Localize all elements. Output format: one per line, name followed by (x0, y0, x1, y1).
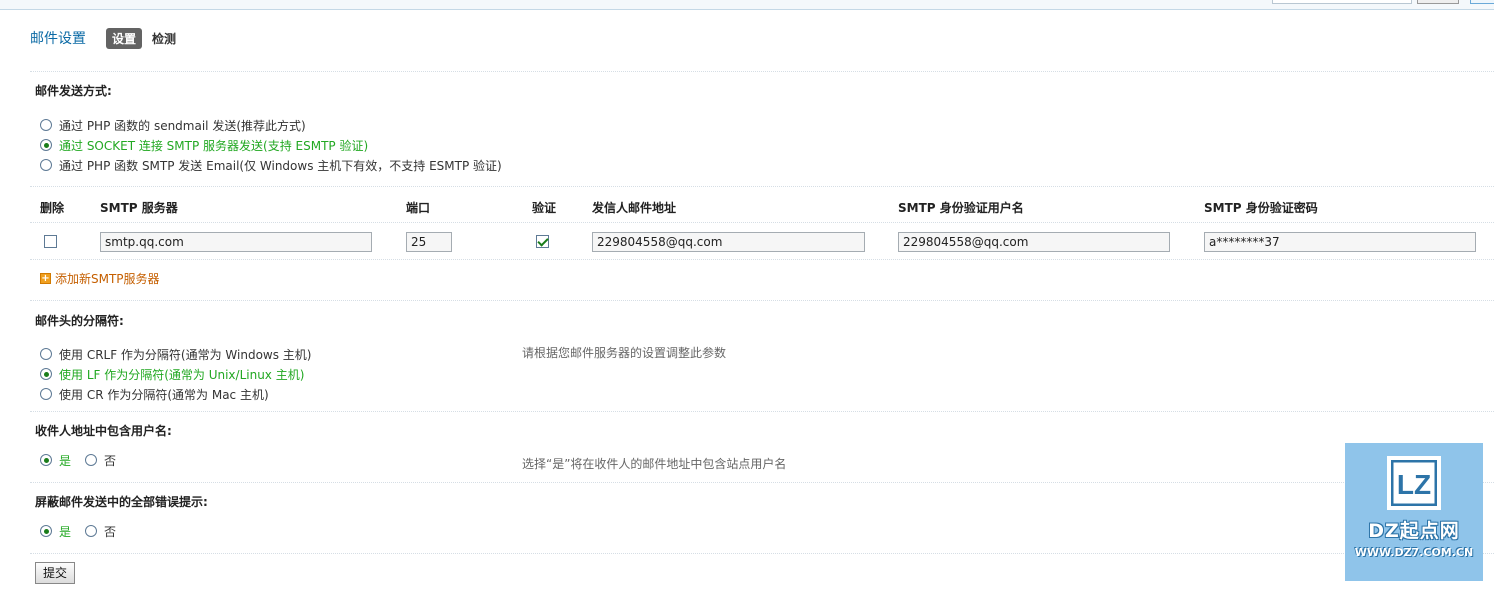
top-toolbar (0, 0, 1494, 10)
column-header-delete: 删除 (40, 201, 65, 215)
divider (30, 300, 1494, 301)
divider (30, 186, 1494, 187)
column-header-auth: 验证 (532, 201, 557, 215)
send-method-option-php-smtp[interactable]: 通过 PHP 函数 SMTP 发送 Email(仅 Windows 主机下有效，… (40, 157, 502, 173)
tab-check[interactable]: 检测 (146, 28, 182, 49)
plus-icon: + (40, 273, 51, 284)
send-method-option-socket[interactable]: 通过 SOCKET 连接 SMTP 服务器发送(支持 ESMTP 验证) (40, 137, 368, 153)
send-method-option-sendmail[interactable]: 通过 PHP 函数的 sendmail 发送(推荐此方式) (40, 117, 306, 133)
smtp-port-input[interactable] (406, 232, 452, 252)
radio-button[interactable] (85, 525, 98, 537)
column-header-server: SMTP 服务器 (100, 201, 178, 215)
include-username-options: 是 否 (40, 452, 130, 468)
option-label: 通过 SOCKET 连接 SMTP 服务器发送(支持 ESMTP 验证) (59, 138, 369, 153)
silent-errors-yes[interactable]: 是 (40, 523, 71, 540)
include-username-yes[interactable]: 是 (40, 452, 71, 469)
radio-button[interactable] (85, 454, 98, 466)
separator-option-lf[interactable]: 使用 LF 作为分隔符(通常为 Unix/Linux 主机) (40, 366, 304, 382)
option-label: 使用 CR 作为分隔符(通常为 Mac 主机) (59, 387, 269, 402)
page-title: 邮件设置 (30, 31, 86, 47)
separator-label: 邮件头的分隔符: (35, 314, 124, 328)
radio-button[interactable] (40, 368, 52, 380)
radio-button[interactable] (40, 159, 52, 171)
toolbar-corner-button[interactable] (1470, 0, 1494, 4)
add-smtp-server-link[interactable]: + 添加新SMTP服务器 (40, 270, 160, 287)
radio-button[interactable] (40, 454, 52, 466)
from-address-input[interactable] (592, 232, 865, 252)
divider (30, 259, 1494, 260)
radio-button[interactable] (40, 348, 52, 360)
column-header-username: SMTP 身份验证用户名 (898, 201, 1024, 215)
search-input[interactable] (1272, 0, 1412, 4)
send-method-label: 邮件发送方式: (35, 84, 112, 98)
include-username-no[interactable]: 否 (85, 452, 116, 469)
divider (30, 553, 1494, 554)
search-button[interactable] (1417, 0, 1459, 4)
watermark-logo-icon: LZ (1387, 456, 1441, 510)
separator-option-cr[interactable]: 使用 CR 作为分隔符(通常为 Mac 主机) (40, 386, 269, 402)
option-label: 是 (59, 453, 72, 468)
divider (30, 482, 1494, 483)
include-username-label: 收件人地址中包含用户名: (35, 424, 172, 438)
divider (30, 222, 1494, 223)
auth-checkbox[interactable] (536, 235, 549, 248)
smtp-password-input[interactable] (1204, 232, 1476, 252)
site-watermark: LZ DZ起点网 WWW.DZ7.COM.CN (1345, 443, 1483, 581)
radio-button[interactable] (40, 525, 52, 537)
option-label: 否 (104, 453, 117, 468)
silent-errors-label: 屏蔽邮件发送中的全部错误提示: (35, 495, 208, 509)
radio-button[interactable] (40, 119, 52, 131)
divider (30, 411, 1494, 412)
tab-settings[interactable]: 设置 (106, 27, 143, 49)
separator-hint: 请根据您邮件服务器的设置调整此参数 (522, 346, 727, 360)
option-label: 是 (59, 524, 72, 539)
watermark-url: WWW.DZ7.COM.CN (1354, 546, 1474, 559)
divider (30, 71, 1494, 72)
column-header-from: 发信人邮件地址 (592, 201, 677, 215)
radio-button[interactable] (40, 388, 52, 400)
smtp-server-input[interactable] (100, 232, 372, 252)
option-label: 通过 PHP 函数 SMTP 发送 Email(仅 Windows 主机下有效，… (59, 158, 502, 173)
option-label: 使用 CRLF 作为分隔符(通常为 Windows 主机) (59, 347, 312, 362)
page-header: 邮件设置 设置 检测 (30, 27, 186, 49)
option-label: 通过 PHP 函数的 sendmail 发送(推荐此方式) (59, 118, 306, 133)
watermark-name: DZ起点网 (1368, 520, 1460, 542)
smtp-username-input[interactable] (898, 232, 1170, 252)
option-label: 否 (104, 524, 117, 539)
add-smtp-server-label: 添加新SMTP服务器 (55, 272, 160, 286)
column-header-password: SMTP 身份验证密码 (1204, 201, 1318, 215)
silent-errors-no[interactable]: 否 (85, 523, 116, 540)
option-label: 使用 LF 作为分隔符(通常为 Unix/Linux 主机) (59, 367, 305, 382)
radio-button[interactable] (40, 139, 52, 151)
separator-option-crlf[interactable]: 使用 CRLF 作为分隔符(通常为 Windows 主机) (40, 346, 312, 362)
include-username-hint: 选择“是”将在收件人的邮件地址中包含站点用户名 (522, 457, 787, 471)
submit-button[interactable]: 提交 (35, 562, 76, 584)
delete-checkbox[interactable] (44, 235, 57, 248)
silent-errors-options: 是 否 (40, 523, 130, 539)
column-header-port: 端口 (406, 201, 431, 215)
watermark-logo-text: LZ (1397, 469, 1431, 500)
